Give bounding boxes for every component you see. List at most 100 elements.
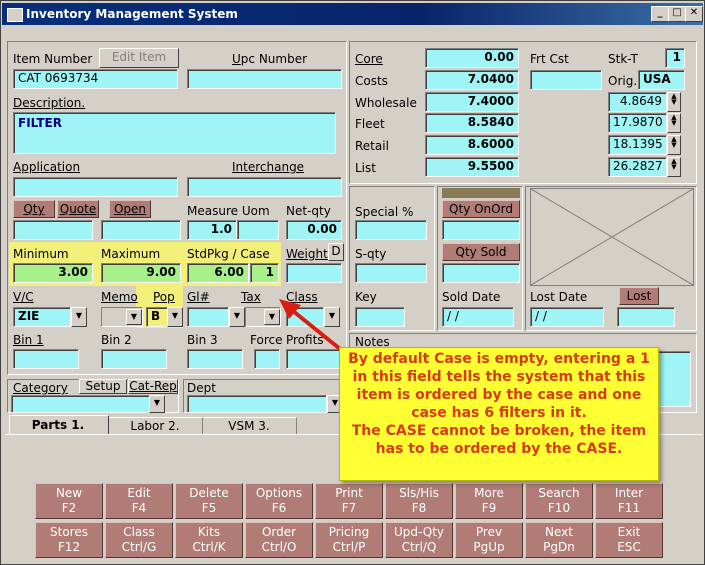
bin1-field[interactable] [13,349,79,369]
description-field[interactable]: FILTER [13,112,336,154]
minimum-label: Minimum [13,247,69,261]
fkey-inter-button[interactable]: Inter F11 [595,483,663,519]
open-button[interactable]: Open [109,200,151,218]
costs-field[interactable]: 7.0400 [425,70,519,90]
orig-field[interactable]: USA [638,70,685,90]
application-field[interactable] [13,177,178,197]
vc-label: V/C [13,290,34,304]
vc-dropdown-icon[interactable]: ▼ [71,307,87,327]
fkey-order-button[interactable]: Order Ctrl/O [245,522,313,558]
wholesale-pct-spinner[interactable]: ▲ ▼ [667,92,681,112]
pop-field[interactable]: B [146,307,168,327]
weight-field[interactable] [286,263,342,283]
fkey-sls-his-button[interactable]: Sls/His F8 [385,483,453,519]
open-field[interactable] [101,220,181,240]
fkey-label: Delete [189,486,229,500]
maximize-button[interactable]: □ [668,6,686,22]
retail-field[interactable]: 8.6000 [425,135,519,155]
cat-rep-tab[interactable]: Cat-Rep [128,379,178,394]
memo-combo[interactable]: ▼ [101,307,143,327]
pop-dropdown-icon[interactable]: ▼ [167,307,183,327]
bin3-field[interactable] [187,349,243,369]
s-qty-field[interactable] [355,263,427,283]
lost-field[interactable] [617,307,675,327]
frt-cst-field[interactable] [530,70,602,90]
lost-button[interactable]: Lost [619,287,659,305]
lost-date-field[interactable]: / / [530,307,604,327]
vc-field[interactable]: ZIE [13,307,71,327]
minimize-button[interactable]: _ [651,6,669,22]
fkey-print-button[interactable]: Print F7 [315,483,383,519]
qty-panel-header [442,188,520,198]
fkey-pricing-button[interactable]: Pricing Ctrl/P [315,522,383,558]
edit-item-button[interactable]: Edit Item [99,48,179,68]
case-field[interactable]: 1 [250,263,279,283]
fkey-edit-button[interactable]: Edit F4 [105,483,173,519]
gl-field[interactable] [187,307,229,327]
wholesale-pct-field[interactable]: 4.8649 [608,92,667,112]
retail-pct-spinner[interactable]: ▲ ▼ [667,135,681,155]
net-qty-field[interactable]: 0.00 [286,220,342,240]
weight-detail-button[interactable]: D [328,243,344,261]
fkey-shortcut: Ctrl/P [332,540,366,554]
measure-uom-field[interactable]: 1.0 [187,220,237,240]
fkey-more-button[interactable]: More F9 [455,483,523,519]
core-field[interactable]: 0.00 [425,48,519,68]
category-field[interactable] [11,395,151,413]
fkey-prev-button[interactable]: Prev PgUp [455,522,523,558]
bin2-field[interactable] [101,349,167,369]
minimum-field[interactable]: 3.00 [13,263,93,283]
fleet-pct-spinner[interactable]: ▲ ▼ [667,113,681,133]
fkey-label: Order [261,525,297,539]
qty-sold-field[interactable] [442,263,520,283]
fkey-new-button[interactable]: New F2 [35,483,103,519]
maximum-field[interactable]: 9.00 [101,263,181,283]
qty-onord-field[interactable] [442,220,520,240]
fkey-label: Prev [475,525,503,539]
qty-onord-button[interactable]: Qty OnOrd [442,200,520,218]
sold-date-field[interactable]: / / [442,307,514,327]
retail-pct-field[interactable]: 18.1395 [608,135,667,155]
category-dropdown-icon[interactable]: ▼ [149,395,165,413]
fkey-next-button[interactable]: Next PgDn [525,522,593,558]
fkey-search-button[interactable]: Search F10 [525,483,593,519]
key-field[interactable] [355,307,405,327]
fkey-delete-button[interactable]: Delete F5 [175,483,243,519]
fkey-stores-button[interactable]: Stores F12 [35,522,103,558]
gl-dropdown-icon[interactable]: ▼ [229,307,245,327]
fkey-upd-qty-button[interactable]: Upd-Qty Ctrl/Q [385,522,453,558]
tab-vsm[interactable]: VSM 3. [203,417,297,434]
dept-field[interactable] [187,395,327,413]
fkey-options-button[interactable]: Options F6 [245,483,313,519]
fkey-kits-button[interactable]: Kits Ctrl/K [175,522,243,558]
quote-button[interactable]: Quote [57,200,99,218]
stdpkg-field[interactable]: 6.00 [187,263,249,283]
fleet-pct-field[interactable]: 17.9870 [608,113,667,133]
fkey-label: Search [538,486,580,500]
fkey-exit-button[interactable]: Exit ESC [595,522,663,558]
fkey-class-button[interactable]: Class Ctrl/G [105,522,173,558]
list-pct-spinner[interactable]: ▲ ▼ [667,157,681,177]
list-field[interactable]: 9.5500 [425,157,519,177]
interchange-field[interactable] [187,177,342,197]
fkey-shortcut: F2 [61,501,77,515]
item-number-field[interactable]: CAT 0693734 [13,69,178,89]
fleet-field[interactable]: 8.5840 [425,113,519,133]
special-pct-field[interactable] [355,220,427,240]
memo-dropdown-icon[interactable]: ▼ [126,309,142,325]
wholesale-field[interactable]: 7.4000 [425,92,519,112]
stk-t-field[interactable]: 1 [665,48,685,68]
fkey-shortcut: F10 [547,501,571,515]
qty-button[interactable]: Qty [13,200,55,218]
upc-field[interactable] [187,69,342,89]
qty-sold-button[interactable]: Qty Sold [442,243,520,261]
main-window: Inventory Management System _ □ ✕ Item N… [0,0,705,565]
list-pct-field[interactable]: 26.2827 [608,157,667,177]
qty-field[interactable] [13,220,93,240]
tab-labor[interactable]: Labor 2. [109,417,203,434]
bin1-label: Bin 1 [13,333,44,347]
uom-field[interactable] [237,220,279,240]
tab-parts[interactable]: Parts 1. [9,415,109,435]
setup-tab[interactable]: Setup [79,379,127,394]
close-button[interactable]: ✕ [685,6,703,22]
